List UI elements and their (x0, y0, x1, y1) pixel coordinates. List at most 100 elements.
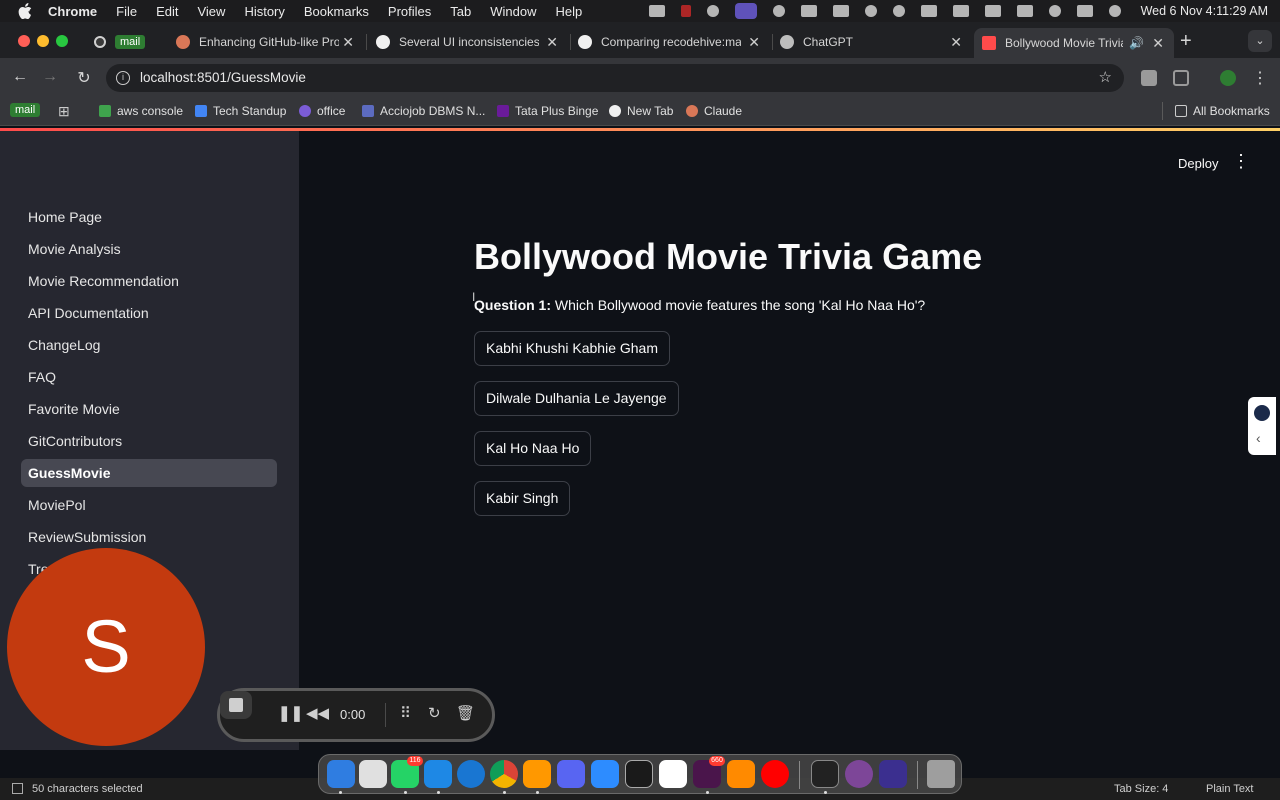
menu-bookmarks[interactable]: Bookmarks (304, 4, 369, 19)
tab-enhancing-github[interactable]: Enhancing GitHub-like Proje ✕ (168, 28, 364, 56)
zoom-window-button[interactable] (56, 35, 68, 47)
profile-avatar-icon[interactable] (1220, 70, 1236, 86)
bookmark-red-icon[interactable] (680, 5, 691, 17)
sidebar-item-home-page[interactable]: Home Page (21, 203, 277, 231)
discord-icon[interactable] (557, 760, 585, 788)
chevron-left-icon[interactable]: ‹ (1256, 430, 1261, 446)
tab-several-ui[interactable]: Several UI inconsistencies a ✕ (368, 28, 568, 56)
chrome-menu-icon[interactable]: ⋮ (1252, 68, 1268, 88)
sidebar-item-api-documentation[interactable]: API Documentation (21, 299, 277, 327)
bookmark-claude[interactable]: Claude (686, 104, 742, 118)
trash-icon[interactable] (927, 760, 955, 788)
restart-icon[interactable]: ↻ (428, 704, 441, 722)
menu-profiles[interactable]: Profiles (388, 4, 431, 19)
all-bookmarks[interactable]: All Bookmarks (1175, 104, 1270, 118)
tab-close-icon[interactable]: ✕ (342, 34, 354, 51)
reload-icon[interactable]: ↻ (74, 68, 94, 88)
deploy-button[interactable]: Deploy (1172, 154, 1224, 173)
sidebar-item-faq[interactable]: FAQ (21, 363, 277, 391)
new-tab-button[interactable]: + (1180, 30, 1192, 53)
answer-option-button[interactable]: Kal Ho Naa Ho (474, 431, 592, 466)
mic-off-icon[interactable] (648, 5, 665, 17)
menu-file[interactable]: File (116, 4, 137, 19)
bookmark-office[interactable]: office (299, 104, 345, 118)
sublime-text-icon[interactable] (523, 760, 551, 788)
sidebar-item-movie-recommendation[interactable]: Movie Recommendation (21, 267, 277, 295)
tab-size-status[interactable]: Tab Size: 4 (1114, 783, 1168, 795)
tab-close-icon[interactable]: ✕ (1152, 35, 1164, 52)
finder-icon[interactable] (327, 760, 355, 788)
pycharm-icon[interactable] (625, 760, 653, 788)
siri-icon[interactable] (1108, 5, 1121, 17)
menu-tab[interactable]: Tab (450, 4, 471, 19)
bookmark-new-tab[interactable]: New Tab (609, 104, 673, 118)
cloud-icon[interactable] (832, 5, 849, 17)
menu-edit[interactable]: Edit (156, 4, 178, 19)
speaker-icon[interactable]: 🔊 (1129, 36, 1144, 50)
chrome-icon[interactable] (490, 760, 518, 788)
floating-side-panel[interactable]: ‹ (1248, 397, 1276, 455)
volume-icon[interactable] (800, 5, 817, 17)
tab-search-chevron-icon[interactable]: ⌄ (1248, 30, 1272, 52)
control-center-icon[interactable] (1076, 5, 1093, 17)
answer-option-button[interactable]: Dilwale Dulhania Le Jayenge (474, 381, 679, 416)
arc-icon[interactable] (879, 760, 907, 788)
bookmark-tech-standup[interactable]: Tech Standup (195, 104, 286, 118)
menu-window[interactable]: Window (490, 4, 536, 19)
close-window-button[interactable] (18, 35, 30, 47)
menu-history[interactable]: History (244, 4, 284, 19)
search-icon[interactable] (1048, 5, 1061, 17)
wifi-icon[interactable] (1016, 5, 1033, 17)
notion-icon[interactable] (659, 760, 687, 788)
time-machine-icon[interactable] (892, 5, 905, 17)
terminal-icon[interactable] (811, 760, 839, 788)
site-info-icon[interactable]: i (116, 71, 130, 85)
creative-cloud-icon[interactable] (706, 5, 719, 17)
answer-option-button[interactable]: Kabhi Khushi Kabhie Gham (474, 331, 670, 366)
sidebar-item-movie-analysis[interactable]: Movie Analysis (21, 235, 277, 263)
vscode-icon[interactable] (424, 760, 452, 788)
forward-arrow-icon[interactable]: → (40, 68, 60, 86)
youtube-icon[interactable] (761, 760, 789, 788)
rewind-icon[interactable]: ◀◀ (306, 704, 329, 722)
sidebar-item-guessmovie[interactable]: GuessMovie (21, 459, 277, 487)
pause-icon[interactable]: ❚❚ (278, 704, 303, 722)
sidebar-item-moviepol[interactable]: MoviePol (21, 491, 277, 519)
zoom-icon[interactable] (591, 760, 619, 788)
menu-help[interactable]: Help (556, 4, 583, 19)
bookmark-mail[interactable]: mail (10, 103, 41, 117)
moon-icon[interactable] (864, 5, 877, 17)
pages-icon[interactable] (727, 760, 755, 788)
launchpad-icon[interactable] (359, 760, 387, 788)
apps-grid-icon[interactable]: ⊞ (58, 103, 70, 120)
bookmark-star-icon[interactable]: ☆ (1099, 68, 1112, 86)
tab-bollywood-trivia[interactable]: Bollywood Movie Trivia 🔊 ✕ (974, 28, 1174, 58)
minimize-window-button[interactable] (37, 35, 49, 47)
bookmark-acciojob[interactable]: Acciojob DBMS N... (362, 104, 485, 118)
brightness-icon[interactable] (772, 5, 785, 17)
assistant-icon[interactable] (1254, 405, 1270, 421)
menu-app-chrome[interactable]: Chrome (48, 4, 97, 19)
menu-view[interactable]: View (197, 4, 225, 19)
safari-icon[interactable] (457, 760, 485, 788)
sidebar-item-changelog[interactable]: ChangeLog (21, 331, 277, 359)
menubar-clock[interactable]: Wed 6 Nov 4:11:29 AM (1141, 4, 1268, 18)
address-bar[interactable]: i localhost:8501/GuessMovie ☆ (106, 64, 1124, 92)
sidebar-item-reviewsubmission[interactable]: ReviewSubmission (21, 523, 277, 551)
keyboard-icon[interactable] (952, 5, 969, 17)
screen-record-icon[interactable] (734, 3, 757, 19)
apple-menu-icon[interactable] (18, 3, 32, 19)
trash-icon[interactable]: 🗑 (456, 704, 475, 722)
back-arrow-icon[interactable]: ← (10, 68, 30, 86)
extensions-puzzle-icon[interactable] (1173, 70, 1189, 86)
extension-icon[interactable] (1141, 70, 1157, 86)
battery-icon[interactable] (984, 5, 1001, 17)
bookmark-aws-console[interactable]: aws console (99, 104, 183, 118)
grid-dots-icon[interactable]: ⠿ (400, 704, 411, 722)
main-menu-kebab-icon[interactable]: ⋮ (1232, 152, 1250, 170)
tab-close-icon[interactable]: ✕ (950, 34, 962, 51)
tab-close-icon[interactable]: ✕ (546, 34, 558, 51)
tab-chatgpt[interactable]: ChatGPT ✕ (772, 28, 972, 56)
tab-mail[interactable]: mail (86, 28, 166, 56)
panel-toggle-icon[interactable] (12, 783, 23, 794)
